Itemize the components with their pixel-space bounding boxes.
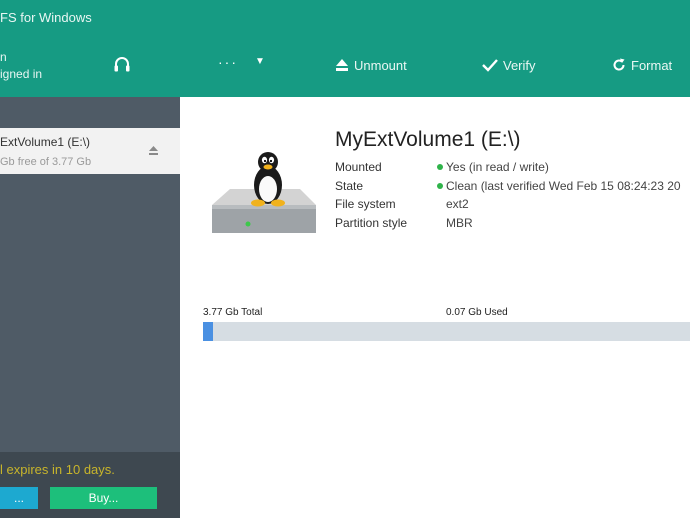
eject-icon[interactable] <box>148 145 159 156</box>
headset-icon[interactable] <box>112 55 132 75</box>
prop-value-partition-style: MBR <box>446 216 473 230</box>
more-menu-button[interactable]: ··· <box>218 54 238 70</box>
prop-value-mounted: Yes (in read / write) <box>446 160 549 174</box>
linux-drive-icon <box>212 152 316 233</box>
usage-bar <box>203 322 690 341</box>
prop-label-mounted: Mounted <box>335 160 382 174</box>
volume-name: ExtVolume1 (E:\) <box>0 135 91 149</box>
refresh-icon <box>613 58 625 71</box>
prop-label-state: State <box>335 179 364 193</box>
prop-label-file-system: File system <box>335 197 396 211</box>
volume-free-space: Gb free of 3.77 Gb <box>0 156 92 168</box>
status-ok-dot <box>437 164 443 170</box>
volume-details-panel: MyExtVolume1 (E:\) Mounted Yes (in read … <box>180 97 690 518</box>
volume-list-item[interactable]: ExtVolume1 (E:\) Gb free of 3.77 Gb <box>0 128 180 174</box>
prop-value-file-system: ext2 <box>446 197 469 211</box>
format-label: Format <box>631 57 673 73</box>
unmount-label: Unmount <box>354 57 407 73</box>
verify-button[interactable]: Verify <box>482 54 536 76</box>
checkmark-icon <box>482 59 498 72</box>
app-title: FS for Windows <box>0 10 92 25</box>
verify-label: Verify <box>503 57 536 73</box>
signin-status-line1[interactable]: n <box>0 50 7 64</box>
sidebar: ExtVolume1 (E:\) Gb free of 3.77 Gb l ex… <box>0 97 180 518</box>
activate-button[interactable]: ... <box>0 487 38 509</box>
buy-button[interactable]: Buy... <box>50 487 157 509</box>
format-button[interactable]: Format <box>612 54 672 76</box>
trial-panel: l expires in 10 days. ... Buy... <box>0 452 180 518</box>
capacity-used: 0.07 Gb Used <box>446 307 508 318</box>
app-header: FS for Windows n igned in ··· ▼ Unmount … <box>0 0 690 97</box>
status-ok-dot <box>437 183 443 189</box>
chevron-down-icon[interactable]: ▼ <box>255 56 265 67</box>
capacity-total: 3.77 Gb Total <box>203 307 263 318</box>
unmount-button[interactable]: Unmount <box>335 54 407 76</box>
prop-value-state: Clean (last verified Wed Feb 15 08:24:23… <box>446 179 681 193</box>
volume-title: MyExtVolume1 (E:\) <box>335 128 521 151</box>
eject-icon <box>336 59 348 71</box>
usage-bar-fill <box>203 322 213 341</box>
signin-status-line2[interactable]: igned in <box>0 67 42 81</box>
trial-expiry-text: l expires in 10 days. <box>0 462 115 477</box>
prop-label-partition-style: Partition style <box>335 216 408 230</box>
